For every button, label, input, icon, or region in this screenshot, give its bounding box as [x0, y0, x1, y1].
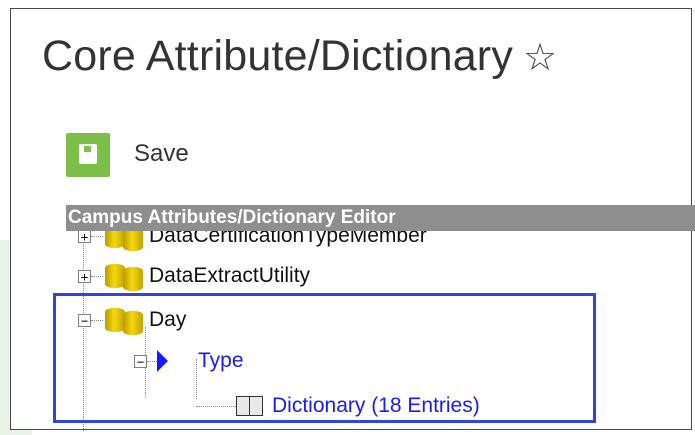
tree-item-day[interactable]: − Day — [78, 305, 186, 335]
save-button[interactable] — [66, 133, 110, 177]
page-title-text: Core Attribute/Dictionary — [42, 32, 514, 80]
editor-header: Campus Attributes/Dictionary Editor — [66, 205, 695, 231]
tree-item-label: Day — [149, 308, 187, 331]
collapse-toggle-icon[interactable]: − — [78, 313, 91, 327]
tree-item-label: DataExtractUtility — [149, 264, 311, 287]
play-arrow-icon — [157, 350, 168, 372]
tree-item-label: DataCertificationTypeMember — [149, 231, 427, 247]
book-icon — [236, 396, 264, 416]
tree-item-label: Type — [198, 349, 244, 372]
attribute-tree: + DataCertificationTypeMember + DataExtr… — [66, 231, 695, 435]
tree-item-label: Dictionary (18 Entries) — [272, 394, 480, 417]
expand-toggle-icon[interactable]: + — [78, 231, 91, 243]
save-label[interactable]: Save — [134, 140, 189, 168]
expand-toggle-icon[interactable]: + — [78, 269, 91, 283]
tree-connector — [91, 319, 103, 321]
database-icon — [103, 305, 149, 335]
tree-item-type[interactable]: − Type — [134, 346, 244, 376]
collapse-toggle-icon[interactable]: − — [134, 354, 147, 368]
database-icon — [103, 231, 149, 251]
tree-item-dictionary[interactable]: Dictionary (18 Entries) — [196, 391, 480, 421]
star-outline-icon[interactable]: ☆ — [523, 37, 557, 79]
tree-item-dataextractutility[interactable]: + DataExtractUtility — [78, 261, 310, 291]
tree-connector — [91, 275, 103, 277]
tree-connector — [147, 360, 157, 362]
page-title: Core Attribute/Dictionary ☆ — [42, 32, 557, 81]
tree-item-datacertificationtypemember[interactable]: + DataCertificationTypeMember — [78, 231, 427, 251]
tree-connector — [196, 405, 236, 407]
tree-connector — [91, 235, 103, 237]
database-icon — [103, 261, 149, 291]
floppy-disk-icon — [79, 144, 97, 164]
